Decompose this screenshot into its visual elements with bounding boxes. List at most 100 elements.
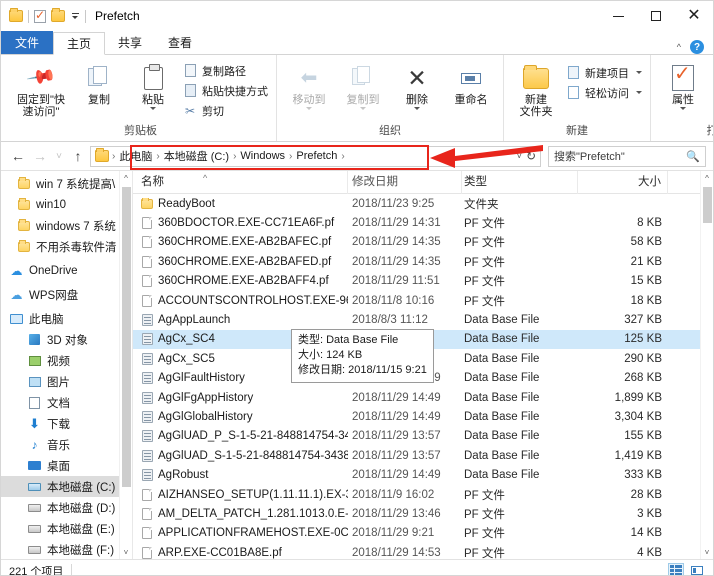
customize-caret-icon[interactable] bbox=[70, 13, 80, 19]
paste-button[interactable]: 粘贴 bbox=[126, 58, 180, 110]
chevron-down-icon[interactable] bbox=[150, 107, 156, 110]
nav-item-downloads[interactable]: ⬇ 下载 bbox=[1, 413, 132, 434]
table-row[interactable]: ACCOUNTSCONTROLHOST.EXE-96D… 2018/11/8 1… bbox=[133, 291, 713, 310]
tab-file[interactable]: 文件 bbox=[1, 31, 54, 54]
paste-shortcut-button[interactable]: 粘贴快捷方式 bbox=[180, 82, 271, 99]
nav-item-pictures[interactable]: 图片 bbox=[1, 371, 132, 392]
nav-item-wps-cloud[interactable]: ☁ WPS网盘 bbox=[1, 284, 132, 305]
pin-to-quick-access-button[interactable]: 📌 固定到"快 速访问" bbox=[10, 58, 72, 118]
nav-item-local-disk-c[interactable]: 本地磁盘 (C:) bbox=[1, 476, 132, 497]
properties-button[interactable]: 属性 bbox=[656, 58, 710, 110]
chevron-down-icon[interactable] bbox=[680, 107, 686, 110]
scroll-up-icon[interactable]: ^ bbox=[701, 171, 713, 185]
help-icon[interactable]: ? bbox=[690, 40, 704, 54]
list-scrollbar[interactable]: ^ ˅ bbox=[700, 171, 713, 559]
open-button[interactable]: 打开 bbox=[710, 62, 713, 79]
forward-button[interactable]: → bbox=[30, 145, 50, 167]
table-row[interactable]: 360CHROME.EXE-AB2BAFEC.pf 2018/11/29 14:… bbox=[133, 233, 713, 252]
refresh-icon[interactable]: ↻ bbox=[526, 149, 536, 163]
column-header-name[interactable]: 名称 ^ bbox=[133, 171, 348, 194]
search-input[interactable]: 搜索"Prefetch" bbox=[554, 148, 686, 164]
breadcrumb-this-pc[interactable]: 此电脑 bbox=[116, 148, 155, 164]
easy-access-button[interactable]: 轻松访问 bbox=[563, 84, 645, 101]
table-row[interactable]: 360BDOCTOR.EXE-CC71EA6F.pf 2018/11/29 14… bbox=[133, 213, 713, 232]
nav-item-local-disk-d[interactable]: 本地磁盘 (D:) bbox=[1, 497, 132, 518]
delete-button[interactable]: ✕ 删除 bbox=[390, 58, 444, 110]
nav-item-win7-system[interactable]: win 7 系统提高\ bbox=[1, 173, 132, 194]
chevron-down-icon[interactable]: ˅ bbox=[517, 151, 522, 161]
new-item-button[interactable]: 新建项目 bbox=[563, 64, 645, 81]
tab-home[interactable]: 主页 bbox=[53, 32, 106, 55]
search-icon[interactable]: 🔍 bbox=[686, 150, 700, 163]
nav-item-3d-objects[interactable]: 3D 对象 bbox=[1, 329, 132, 350]
up-button[interactable]: ↑ bbox=[68, 145, 88, 167]
rename-button[interactable]: 重命名 bbox=[444, 58, 498, 106]
nav-item-windows7-system[interactable]: windows 7 系统 bbox=[1, 215, 132, 236]
nav-scroll-thumb[interactable] bbox=[122, 187, 131, 487]
address-bar[interactable]: › 此电脑 › 本地磁盘 (C:) › Windows › Prefetch ›… bbox=[90, 145, 541, 167]
details-view-button[interactable] bbox=[668, 563, 684, 575]
copy-path-button[interactable]: 复制路径 bbox=[180, 62, 271, 79]
scroll-up-icon[interactable]: ^ bbox=[120, 171, 132, 185]
search-box[interactable]: 搜索"Prefetch" 🔍 bbox=[548, 145, 706, 167]
breadcrumb-windows[interactable]: Windows bbox=[237, 150, 288, 162]
back-button[interactable]: ← bbox=[8, 145, 28, 167]
new-folder-button[interactable]: 新建 文件夹 bbox=[509, 58, 563, 118]
column-header-date[interactable]: 修改日期 bbox=[348, 171, 462, 194]
table-row[interactable]: AIZHANSEO_SETUP(1.11.11.1).EX-3AE… 2018/… bbox=[133, 485, 713, 504]
tab-share[interactable]: 共享 bbox=[105, 31, 155, 54]
scroll-down-icon[interactable]: ˅ bbox=[120, 545, 132, 559]
chevron-down-icon[interactable] bbox=[636, 71, 642, 74]
close-button[interactable]: ✕ bbox=[675, 1, 713, 31]
table-row[interactable]: AgGlUAD_S-1-5-21-848814754-34387… 2018/1… bbox=[133, 446, 713, 465]
nav-item-this-pc[interactable]: 此电脑 bbox=[1, 308, 132, 329]
move-to-button[interactable]: ⬅ 移动到 bbox=[282, 58, 336, 110]
table-row[interactable]: AgAppLaunch 2018/8/3 11:12 Data Base Fil… bbox=[133, 310, 713, 329]
properties-icon[interactable] bbox=[34, 8, 46, 23]
table-row[interactable]: AgRobust 2018/11/29 14:49 Data Base File… bbox=[133, 465, 713, 484]
chevron-down-icon[interactable] bbox=[360, 107, 366, 110]
list-scroll-thumb[interactable] bbox=[703, 187, 712, 223]
table-row[interactable]: AgGlUAD_P_S-1-5-21-848814754-343… 2018/1… bbox=[133, 427, 713, 446]
nav-item-documents[interactable]: 文档 bbox=[1, 392, 132, 413]
table-row[interactable]: AgGlGlobalHistory 2018/11/29 14:49 Data … bbox=[133, 407, 713, 426]
collapse-ribbon-icon[interactable]: ^ bbox=[677, 42, 681, 52]
nav-item-onedrive[interactable]: ☁ OneDrive bbox=[1, 260, 132, 281]
copy-button[interactable]: 复制 bbox=[72, 58, 126, 106]
maximize-button[interactable] bbox=[637, 1, 675, 31]
nav-item-no-antivirus[interactable]: 不用杀毒软件清 bbox=[1, 236, 132, 257]
table-row[interactable]: ReadyBoot 2018/11/23 9:25 文件夹 bbox=[133, 194, 713, 213]
breadcrumb-prefetch[interactable]: Prefetch bbox=[293, 150, 340, 162]
nav-item-desktop[interactable]: 桌面 bbox=[1, 455, 132, 476]
table-row[interactable]: 360CHROME.EXE-AB2BAFF4.pf 2018/11/29 11:… bbox=[133, 272, 713, 291]
scroll-down-icon[interactable]: ˅ bbox=[701, 545, 713, 559]
chevron-down-icon[interactable] bbox=[414, 107, 420, 110]
chevron-down-icon[interactable] bbox=[636, 91, 642, 94]
tab-view[interactable]: 查看 bbox=[155, 31, 205, 54]
table-row[interactable]: 360CHROME.EXE-AB2BAFED.pf 2018/11/29 14:… bbox=[133, 252, 713, 271]
folder-icon[interactable] bbox=[9, 8, 23, 22]
recent-locations-button[interactable]: ˅ bbox=[52, 145, 66, 167]
nav-item-music[interactable]: ♪ 音乐 bbox=[1, 434, 132, 455]
nav-scrollbar[interactable]: ^ ˅ bbox=[119, 171, 132, 559]
table-row[interactable]: AM_DELTA_PATCH_1.281.1013.0.E-4D… 2018/1… bbox=[133, 504, 713, 523]
nav-item-local-disk-f[interactable]: 本地磁盘 (F:) bbox=[1, 539, 132, 559]
new-folder-icon[interactable] bbox=[51, 8, 65, 22]
edit-button[interactable]: 编辑 bbox=[710, 82, 713, 99]
nav-item-videos[interactable]: 视频 bbox=[1, 350, 132, 371]
minimize-button[interactable] bbox=[599, 1, 637, 31]
chevron-down-icon[interactable] bbox=[306, 107, 312, 110]
table-row[interactable]: ARP.EXE-CC01BA8E.pf 2018/11/29 14:53 PF … bbox=[133, 543, 713, 559]
copy-to-button[interactable]: 复制到 bbox=[336, 58, 390, 110]
table-row[interactable]: APPLICATIONFRAMEHOST.EXE-0CF4… 2018/11/2… bbox=[133, 524, 713, 543]
history-button[interactable]: ◷ 历史记录 bbox=[710, 102, 713, 119]
breadcrumb-separator[interactable]: › bbox=[340, 151, 345, 162]
breadcrumb-local-disk-c[interactable]: 本地磁盘 (C:) bbox=[161, 148, 232, 164]
column-header-size[interactable]: 大小 bbox=[578, 171, 668, 194]
nav-item-local-disk-e[interactable]: 本地磁盘 (E:) bbox=[1, 518, 132, 539]
column-header-type[interactable]: 类型 bbox=[462, 171, 578, 194]
nav-item-win10[interactable]: win10 bbox=[1, 194, 132, 215]
large-icons-view-button[interactable] bbox=[689, 563, 705, 575]
cut-button[interactable]: ✂ 剪切 bbox=[180, 102, 271, 119]
table-row[interactable]: AgGlFgAppHistory 2018/11/29 14:49 Data B… bbox=[133, 388, 713, 407]
